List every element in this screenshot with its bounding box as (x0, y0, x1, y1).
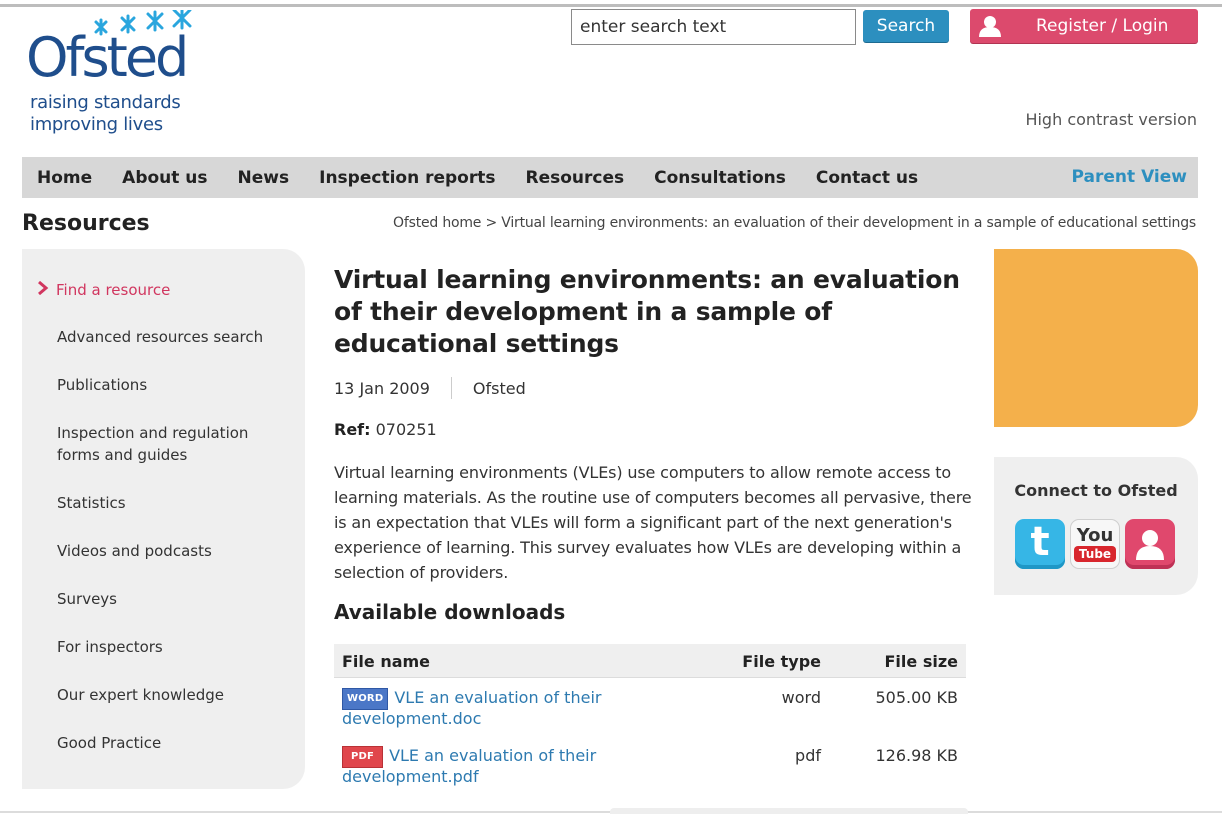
sidebar-item-statistics[interactable]: Statistics (57, 492, 297, 514)
column-header-file-name: File name (342, 652, 431, 671)
ofsted-logo[interactable]: Ofsted raising standards improving lives (26, 10, 226, 140)
file-size: 505.00 KB (875, 688, 958, 707)
file-type: pdf (795, 746, 821, 765)
nav-resources[interactable]: Resources (526, 168, 625, 188)
user-icon (970, 9, 1010, 43)
connect-panel: Connect to Ofsted t You Tube (994, 457, 1198, 595)
sidebar-item-for-inspectors[interactable]: For inspectors (57, 636, 297, 658)
column-header-file-size: File size (884, 652, 959, 671)
nav-parent-view[interactable]: Parent View (1072, 167, 1187, 187)
file-type: word (781, 688, 821, 707)
sidebar-item-videos-podcasts[interactable]: Videos and podcasts (57, 540, 297, 562)
sidebar-item-surveys[interactable]: Surveys (57, 588, 297, 610)
footer-tab (610, 808, 968, 814)
downloads-table: File name File type File size WORD VLE an… (334, 644, 966, 794)
sidebar: Find a resource Advanced resources searc… (22, 249, 305, 789)
logo-tagline-line-1: raising standards (30, 92, 181, 113)
top-rule (0, 4, 1222, 7)
column-header-file-type: File type (742, 652, 821, 671)
nav-inspection-reports[interactable]: Inspection reports (319, 168, 495, 188)
youtube-you-text: You (1076, 524, 1114, 546)
download-link-pdf[interactable]: PDF VLE an evaluation of their developmen… (342, 746, 632, 786)
article-meta: 13 Jan 2009 Ofsted (334, 377, 526, 399)
chevron-right-icon (36, 279, 56, 301)
nav-news[interactable]: News (238, 168, 290, 188)
page-title: Virtual learning environments: an evalua… (334, 265, 960, 358)
downloads-heading: Available downloads (334, 600, 566, 624)
high-contrast-link[interactable]: High contrast version (1025, 110, 1197, 129)
ref-value: 070251 (375, 420, 437, 439)
downloads-table-header: File name File type File size (334, 644, 966, 678)
nav-consultations[interactable]: Consultations (654, 168, 786, 188)
pdf-badge-icon: PDF (342, 746, 384, 768)
sidebar-item-label: Find a resource (56, 281, 171, 299)
register-login-label: Register / Login (1036, 16, 1169, 36)
sidebar-item-our-expert-knowledge[interactable]: Our expert knowledge (57, 684, 297, 706)
table-row: WORD VLE an evaluation of their developme… (334, 678, 966, 736)
breadcrumb[interactable]: Ofsted home > Virtual learning environme… (393, 215, 1196, 231)
search-input[interactable] (571, 9, 856, 45)
sidebar-item-good-practice[interactable]: Good Practice (57, 732, 297, 754)
download-link-doc[interactable]: WORD VLE an evaluation of their developme… (342, 688, 632, 728)
article-description: Virtual learning environments (VLEs) use… (334, 463, 972, 582)
twitter-icon[interactable]: t (1015, 519, 1065, 569)
article-author: Ofsted (472, 378, 526, 398)
register-login-button[interactable]: Register / Login (970, 9, 1198, 43)
article-date: 13 Jan 2009 (334, 378, 430, 398)
youtube-icon[interactable]: You Tube (1070, 519, 1120, 569)
word-badge-icon: WORD (342, 688, 389, 710)
youtube-tube-text: Tube (1073, 545, 1117, 562)
nav-about-us[interactable]: About us (122, 168, 207, 188)
table-row: PDF VLE an evaluation of their developmen… (334, 736, 966, 794)
connect-title: Connect to Ofsted (1014, 481, 1178, 500)
sidebar-item-find-a-resource[interactable]: Find a resource (36, 279, 276, 301)
search-button[interactable]: Search (863, 10, 949, 42)
main-nav: Home About us News Inspection reports Re… (22, 157, 1198, 198)
promo-panel (994, 249, 1198, 427)
sidebar-item-inspection-regulation-forms[interactable]: Inspection and regulation forms and guid… (57, 422, 257, 466)
file-size: 126.98 KB (875, 746, 958, 765)
article-ref: Ref: 070251 (334, 420, 437, 439)
ref-label: Ref: (334, 420, 371, 439)
sidebar-item-publications[interactable]: Publications (57, 374, 297, 396)
logo-tagline-line-2: improving lives (30, 114, 163, 135)
section-title: Resources (22, 211, 150, 236)
logo-tagline: raising standards improving lives (30, 92, 181, 136)
ofsted-user-icon[interactable] (1125, 519, 1175, 569)
meta-divider (450, 377, 452, 399)
logo-wordmark: Ofsted (26, 26, 189, 89)
nav-contact-us[interactable]: Contact us (816, 168, 918, 188)
nav-home[interactable]: Home (37, 168, 92, 188)
sidebar-item-advanced-resources-search[interactable]: Advanced resources search (57, 326, 297, 348)
